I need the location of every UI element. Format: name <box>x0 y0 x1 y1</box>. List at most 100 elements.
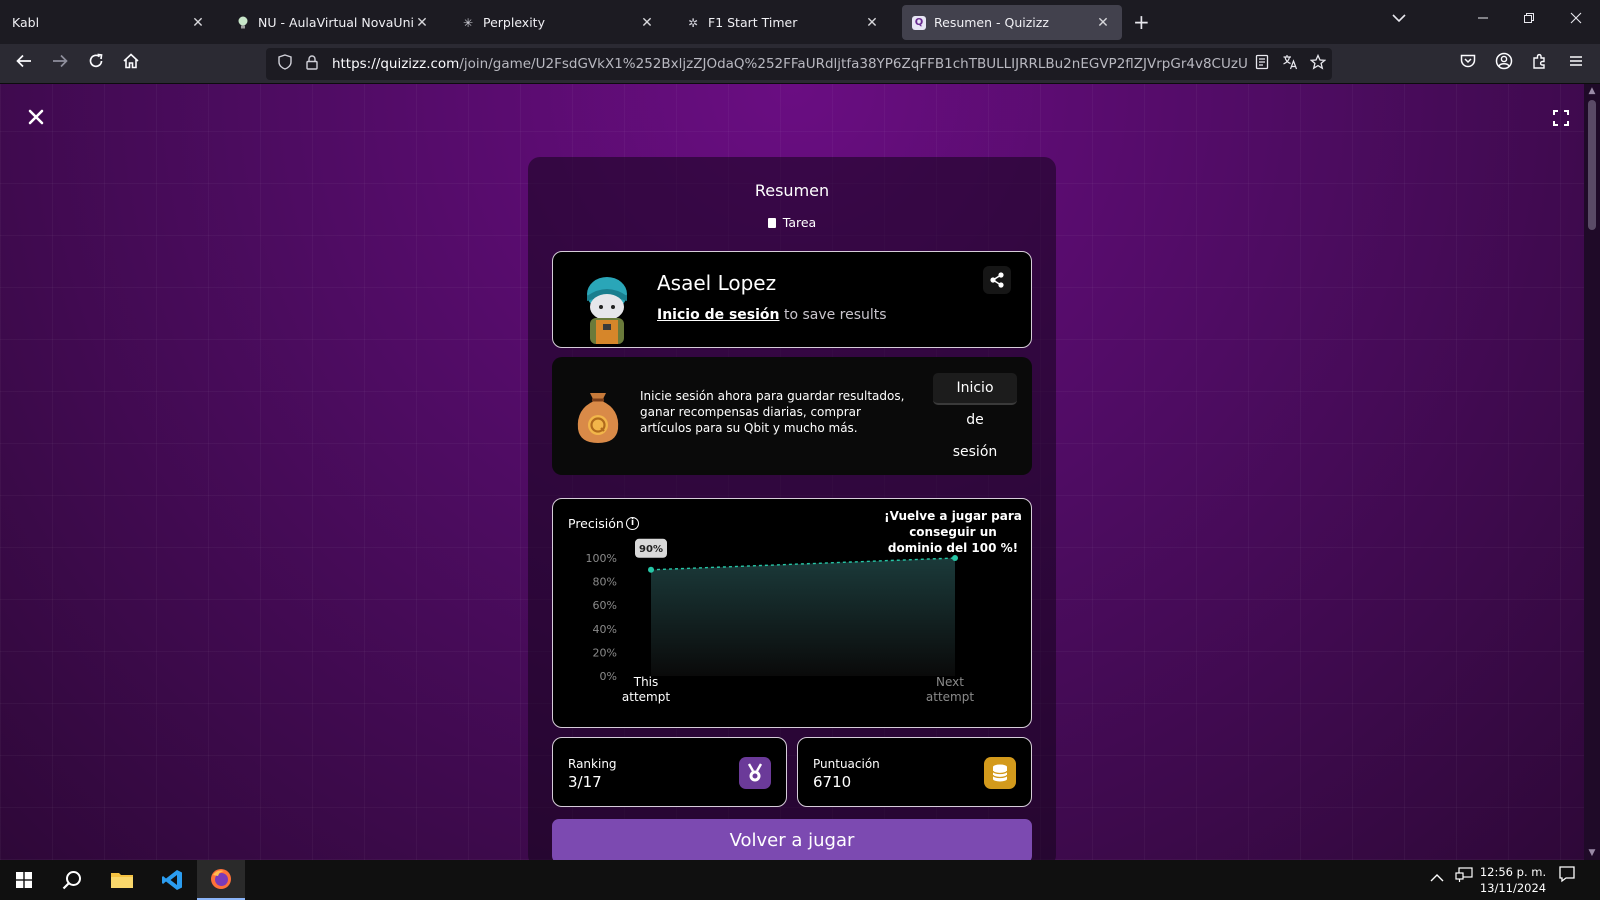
login-prompt-suffix: to save results <box>779 307 887 323</box>
f1-icon: ✲ <box>687 15 699 30</box>
scroll-down-icon[interactable]: ▼ <box>1584 848 1600 858</box>
perplexity-icon: ✳ <box>462 15 474 30</box>
y-tick-label: 100% <box>586 552 617 565</box>
translate-icon[interactable] <box>1276 54 1304 74</box>
close-tab-icon[interactable]: ✕ <box>189 15 207 31</box>
share-icon <box>990 272 1004 288</box>
data-label: 90% <box>639 544 663 555</box>
y-tick-label: 40% <box>593 623 617 636</box>
x-category-label: attempt <box>926 690 974 704</box>
page-title: Resumen <box>754 181 830 200</box>
coins-icon <box>984 757 1016 789</box>
search-icon[interactable] <box>48 860 96 900</box>
y-tick-label: 0% <box>600 670 617 683</box>
ranking-value: 3/17 <box>568 773 602 791</box>
score-card: Puntuación 6710 <box>797 737 1032 807</box>
x-category-label: This <box>633 675 659 689</box>
replay-hint: ¡Vuelve a jugar para conseguir un domini… <box>884 509 1022 555</box>
data-point-0 <box>648 566 654 573</box>
ranking-label: Ranking <box>568 757 617 771</box>
file-explorer-icon[interactable] <box>98 860 146 900</box>
tracking-shield-icon[interactable] <box>278 54 296 74</box>
close-tab-icon[interactable]: ✕ <box>863 15 881 31</box>
windows-start-icon[interactable] <box>0 860 48 900</box>
url-text[interactable]: https://quizizz.com/join/game/U2FsdGVkX1… <box>332 56 1248 72</box>
chevron-down-icon[interactable] <box>1392 11 1406 27</box>
login-prompt: Inicio de sesión to save results <box>657 307 887 323</box>
login-promo-card: Inicie sesión ahora para guardar resulta… <box>552 357 1032 475</box>
system-clock[interactable]: 12:56 p. m. 13/11/2024 <box>1474 864 1552 896</box>
notifications-icon[interactable] <box>1558 860 1576 900</box>
quiz-page: Resumen Tarea Asael Lopez Inicio de sesi… <box>0 84 1584 860</box>
restore-icon[interactable] <box>1523 10 1535 28</box>
assignment-type: Tarea <box>528 215 1056 230</box>
page-scrollbar[interactable]: ▲ ▼ <box>1584 84 1600 860</box>
y-tick-label: 80% <box>593 576 617 589</box>
tab-aulavirtual[interactable]: NU - AulaVirtual NovaUniversit ✕ <box>226 5 441 40</box>
close-tab-icon[interactable]: ✕ <box>638 15 656 31</box>
bookmark-star-icon[interactable] <box>1304 53 1332 74</box>
close-tab-icon[interactable]: ✕ <box>1094 15 1112 31</box>
close-tab-icon[interactable]: ✕ <box>413 15 431 31</box>
accuracy-label: Precisión <box>568 516 624 531</box>
x-category-label: Next <box>936 675 964 689</box>
ranking-card: Ranking 3/17 <box>552 737 787 807</box>
assignment-type-label: Tarea <box>782 215 817 230</box>
url-path: /join/game/U2FsdGVkX1%252BxljzZJOdaQ%252… <box>459 56 1249 72</box>
scroll-up-icon[interactable]: ▲ <box>1584 86 1600 96</box>
tray-chevron-up-icon[interactable] <box>1430 860 1444 900</box>
avatar <box>581 274 633 344</box>
clock-date: 13/11/2024 <box>1479 881 1547 895</box>
url-domain: https://quizizz.com <box>331 56 460 72</box>
user-card: Asael Lopez Inicio de sesión to save res… <box>552 251 1032 348</box>
back-icon[interactable] <box>12 52 36 76</box>
accuracy-chart-card: 100% 80% 60% 40% 20% 0% 90% This attempt Next atte… <box>552 498 1032 728</box>
window-close-icon[interactable] <box>1570 10 1582 28</box>
pocket-icon[interactable] <box>1456 52 1480 76</box>
account-icon[interactable] <box>1492 52 1516 76</box>
reload-icon[interactable] <box>84 52 108 76</box>
reader-view-icon[interactable] <box>1248 54 1276 74</box>
vscode-icon[interactable] <box>148 860 196 900</box>
menu-icon[interactable] <box>1564 52 1588 76</box>
score-label: Puntuación <box>813 757 880 771</box>
close-icon[interactable] <box>24 108 48 132</box>
new-tab-icon[interactable]: + <box>1133 10 1150 34</box>
browser-tab-strip: Kabl ✕ NU - AulaVirtual NovaUniversit ✕ … <box>0 0 1600 44</box>
tab-f1-start-timer[interactable]: ✲ F1 Start Timer ✕ <box>676 5 891 40</box>
minimize-icon[interactable] <box>1477 10 1489 28</box>
replay-button[interactable]: Volver a jugar <box>552 819 1032 860</box>
info-icon[interactable]: i <box>626 517 639 530</box>
tab-title: F1 Start Timer <box>708 15 798 30</box>
scroll-thumb[interactable] <box>1588 100 1596 230</box>
tab-title: Resumen - Quizizz <box>934 15 1049 30</box>
forward-icon[interactable] <box>48 52 72 76</box>
document-icon <box>767 218 776 228</box>
address-bar[interactable]: https://quizizz.com/join/game/U2FsdGVkX1… <box>266 48 1332 80</box>
x-category-label: attempt <box>622 690 670 704</box>
medal-icon <box>739 757 771 789</box>
tab-title: Perplexity <box>483 15 545 30</box>
tab-perplexity[interactable]: ✳ Perplexity ✕ <box>451 5 666 40</box>
lock-icon[interactable] <box>306 55 320 73</box>
bulb-icon <box>236 16 250 30</box>
home-icon[interactable] <box>119 52 143 76</box>
y-tick-label: 60% <box>593 599 617 612</box>
fullscreen-icon[interactable] <box>1553 110 1569 126</box>
network-icon[interactable] <box>1455 860 1473 900</box>
clock-time: 12:56 p. m. <box>1479 865 1547 879</box>
firefox-icon[interactable] <box>197 860 245 900</box>
tab-resumen-quizizz[interactable]: Q Resumen - Quizizz ✕ <box>902 5 1122 40</box>
login-button-label-line1[interactable]: Inicio <box>933 380 1017 396</box>
accuracy-area <box>651 558 955 676</box>
share-button[interactable] <box>983 266 1011 294</box>
windows-taskbar: 12:56 p. m. 13/11/2024 <box>0 860 1600 900</box>
quizizz-icon: Q <box>912 15 926 30</box>
login-button-label-line2[interactable]: de <box>933 412 1017 428</box>
tab-title: Kabl <box>12 15 40 30</box>
login-link[interactable]: Inicio de sesión <box>657 307 780 323</box>
tab-title: NU - AulaVirtual NovaUniversit <box>258 15 413 30</box>
extensions-icon[interactable] <box>1528 52 1552 76</box>
login-button-label-line3[interactable]: sesión <box>933 444 1017 460</box>
tab-kabl[interactable]: Kabl ✕ <box>2 5 217 40</box>
